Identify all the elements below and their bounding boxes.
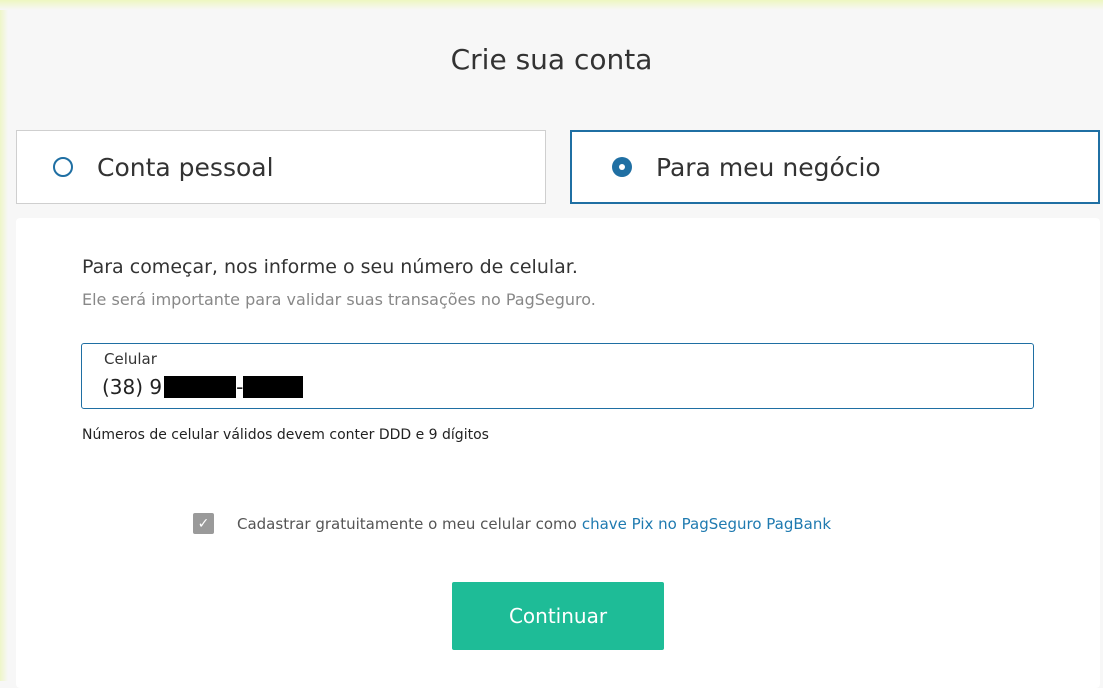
phone-hint-text: Números de celular válidos devem conter … [82, 427, 489, 443]
account-type-business[interactable]: Para meu negócio [570, 130, 1100, 204]
checkmark-icon: ✓ [197, 515, 210, 532]
account-type-personal[interactable]: Conta pessoal [16, 130, 546, 204]
redacted-block [164, 376, 237, 398]
form-intro-subtext: Ele será importante para validar suas tr… [82, 290, 596, 309]
continue-button[interactable]: Continuar [452, 582, 664, 650]
page-edge-left [0, 0, 8, 681]
account-type-personal-label: Conta pessoal [97, 152, 274, 182]
page-edge-top [0, 0, 1103, 10]
page-title: Crie sua conta [450, 42, 653, 76]
signup-form-card: Para começar, nos informe o seu número d… [16, 218, 1100, 688]
radio-unselected-icon[interactable] [53, 157, 73, 177]
pix-info-link[interactable]: chave Pix no PagSeguro PagBank [582, 515, 831, 533]
phone-input-label: Celular [104, 350, 157, 368]
phone-input[interactable]: Celular (38) 9 - [81, 343, 1034, 409]
pix-consent-row: ✓ Cadastrar gratuitamente o meu celular … [193, 513, 831, 534]
pix-consent-checkbox[interactable]: ✓ [193, 513, 214, 534]
radio-selected-icon[interactable] [612, 157, 632, 177]
phone-value-separator: - [236, 375, 244, 399]
redacted-block [243, 376, 304, 398]
pix-consent-text: Cadastrar gratuitamente o meu celular co… [237, 514, 577, 533]
form-intro-text: Para começar, nos informe o seu número d… [82, 256, 578, 278]
phone-input-value[interactable]: (38) 9 - [102, 375, 304, 399]
phone-value-prefix: (38) 9 [102, 375, 163, 399]
account-type-business-label: Para meu negócio [656, 152, 881, 182]
